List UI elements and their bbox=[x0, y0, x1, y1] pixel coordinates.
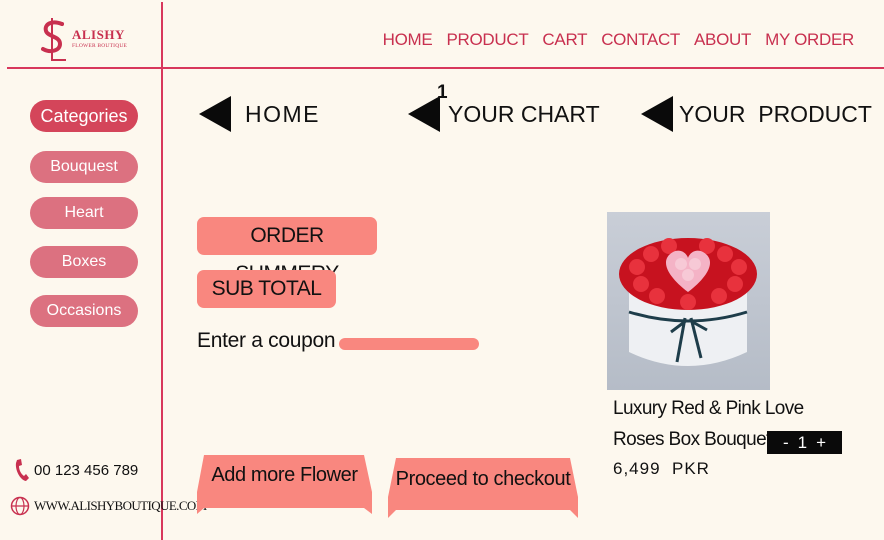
rose-box-picture bbox=[607, 212, 770, 390]
brand-logo[interactable]: ALISHY FLOWER BOUTIQUE bbox=[38, 16, 148, 62]
quantity-value: 1 bbox=[797, 432, 808, 452]
coupon-label: Enter a coupon bbox=[197, 329, 336, 352]
brand-name: ALISHY bbox=[72, 27, 125, 42]
increment-button[interactable]: + bbox=[816, 433, 826, 453]
contact-phone[interactable]: 00 123 456 789 bbox=[14, 458, 138, 482]
quantity-stepper[interactable]: - 1 + bbox=[767, 431, 842, 454]
sidebar-divider bbox=[161, 2, 163, 540]
brand-tagline: FLOWER BOUTIQUE bbox=[72, 43, 128, 49]
back-arrow-icon bbox=[199, 96, 231, 132]
contact-website[interactable]: WWW.ALISHYBOUTIQUE.COM bbox=[10, 496, 207, 516]
nav-contact[interactable]: CONTACT bbox=[601, 30, 680, 50]
coupon-input[interactable] bbox=[339, 338, 479, 350]
logo-emblem-icon bbox=[41, 18, 66, 61]
add-more-flower-button[interactable]: Add more Flower bbox=[196, 452, 373, 514]
breadcrumb-product-label: YOUR PRODUCT bbox=[679, 100, 872, 127]
website-url: WWW.ALISHYBOUTIQUE.COM bbox=[34, 498, 207, 513]
phone-icon bbox=[15, 459, 29, 481]
category-bouquest[interactable]: Bouquest bbox=[30, 151, 138, 183]
decrement-button[interactable]: - bbox=[783, 433, 789, 453]
category-boxes[interactable]: Boxes bbox=[30, 246, 138, 278]
checkout-label: Proceed to checkout bbox=[395, 468, 571, 490]
categories-button[interactable]: Categories bbox=[30, 100, 138, 132]
product-name-line2: Roses Box Bouquet□ bbox=[613, 429, 782, 450]
breadcrumb-product[interactable]: YOUR PRODUCT bbox=[641, 96, 872, 132]
order-summary-button[interactable]: ORDER SUMMERY bbox=[197, 217, 377, 285]
product-name-line1: Luxury Red & Pink Love bbox=[613, 398, 804, 419]
top-nav: HOME PRODUCT CART CONTACT ABOUT MY ORDER bbox=[383, 30, 855, 50]
globe-icon bbox=[10, 496, 30, 516]
nav-about[interactable]: ABOUT bbox=[694, 30, 751, 50]
product-image[interactable] bbox=[607, 212, 770, 390]
proceed-checkout-button[interactable]: Proceed to checkout bbox=[387, 452, 579, 518]
breadcrumb-home-label: HOME bbox=[245, 100, 320, 127]
breadcrumb-chart-label: YOUR CHART bbox=[448, 100, 600, 127]
phone-number: 00 123 456 789 bbox=[34, 461, 139, 479]
category-heart[interactable]: Heart bbox=[30, 197, 138, 229]
nav-home[interactable]: HOME bbox=[383, 30, 433, 50]
back-arrow-icon bbox=[408, 96, 440, 132]
add-more-label: Add more Flower bbox=[211, 464, 358, 486]
product-price: 6,499 PKR bbox=[613, 459, 710, 478]
breadcrumb-home[interactable]: HOME bbox=[199, 96, 320, 132]
nav-cart[interactable]: CART bbox=[542, 30, 587, 50]
nav-my-order[interactable]: MY ORDER bbox=[765, 30, 854, 50]
cart-count-badge: 1 bbox=[437, 82, 448, 103]
subtotal-button[interactable]: SUB TOTAL bbox=[197, 270, 336, 308]
header-divider bbox=[7, 67, 884, 69]
nav-product[interactable]: PRODUCT bbox=[446, 30, 528, 50]
back-arrow-icon bbox=[641, 96, 673, 132]
category-occasions[interactable]: Occasions bbox=[30, 295, 138, 327]
